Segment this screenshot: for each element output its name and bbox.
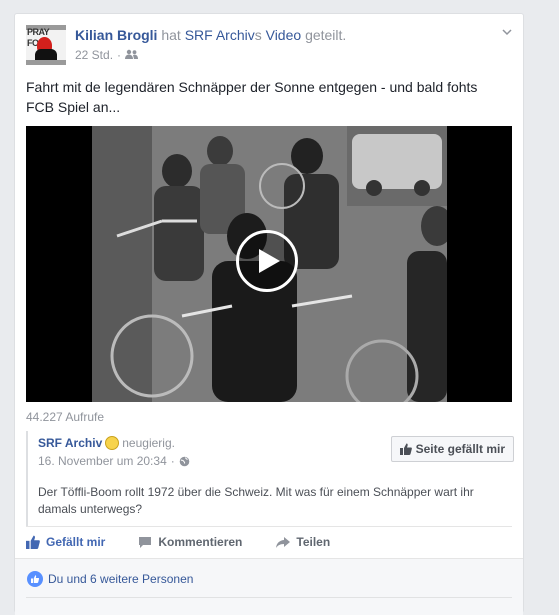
author-name[interactable]: Kilian Brogli (75, 27, 157, 43)
thumbs-up-icon (26, 535, 40, 549)
avatar-band (26, 60, 66, 65)
meta-separator: · (170, 454, 175, 468)
chevron-down-icon[interactable] (501, 26, 513, 38)
globe-icon[interactable] (179, 456, 190, 467)
video-view-count: 44.227 Aufrufe (26, 410, 105, 424)
shared-word: hat (161, 27, 181, 43)
shared-object-link[interactable]: Video (266, 27, 302, 43)
video-player[interactable] (26, 126, 512, 402)
shared-source-suffix: s (254, 27, 262, 43)
play-button[interactable] (236, 230, 298, 292)
share-button[interactable]: Teilen (275, 535, 330, 549)
play-icon (259, 249, 280, 273)
like-page-button[interactable]: Seite gefällt mir (390, 436, 514, 462)
like-button[interactable]: Gefällt mir (26, 535, 105, 549)
feeling-emoji-icon (105, 436, 120, 450)
like-page-label: Seite gefällt mir (415, 442, 505, 456)
shared-post-date[interactable]: 16. November um 20:34 (38, 454, 167, 468)
reactions-summary[interactable]: Du und 6 weitere Personen (27, 571, 193, 587)
post-meta: 22 Std. · (75, 48, 139, 62)
comment-button[interactable]: Kommentieren (138, 535, 242, 549)
shared-post-meta: 16. November um 20:34 · (38, 454, 190, 468)
shared-post: SRF Archiv neugierig. 16. November um 20… (26, 431, 514, 527)
thumbs-up-icon (399, 443, 412, 455)
feeling-text: neugierig. (122, 436, 175, 450)
share-arrow-icon (276, 536, 291, 548)
like-label: Gefällt mir (46, 535, 106, 549)
shared-source-link[interactable]: SRF Archivs (185, 27, 262, 43)
post-time[interactable]: 22 Std. (75, 48, 113, 62)
shared-page-name[interactable]: SRF Archiv (38, 436, 102, 450)
post-card: PRAY FOR Kilian Brogli hat SRF Archivs Vi… (14, 13, 524, 615)
post-text: Fahrt mit de legendären Schnäpper der So… (26, 79, 478, 115)
post-actions: Gefällt mir Kommentieren Teilen (26, 527, 512, 557)
friends-icon[interactable] (125, 48, 139, 62)
post-header: Kilian Brogli hat SRF Archivs Video gete… (75, 27, 346, 43)
reactions-text: Du und 6 weitere Personen (48, 572, 194, 586)
shared-verb: geteilt. (305, 27, 347, 43)
share-label: Teilen (296, 535, 331, 549)
comment-icon (139, 536, 152, 548)
reactions-bar: Du und 6 weitere Personen (15, 558, 523, 615)
meta-separator: · (117, 48, 122, 62)
shared-source-name: SRF Archiv (184, 27, 255, 43)
shared-post-header: SRF Archiv neugierig. (38, 436, 175, 450)
comment-label: Kommentieren (158, 535, 243, 549)
divider (26, 597, 512, 598)
shared-post-text: Der Töffli-Boom rollt 1972 über die Schw… (38, 485, 474, 516)
avatar[interactable]: PRAY FOR (26, 25, 66, 65)
like-reaction-icon (27, 571, 43, 587)
